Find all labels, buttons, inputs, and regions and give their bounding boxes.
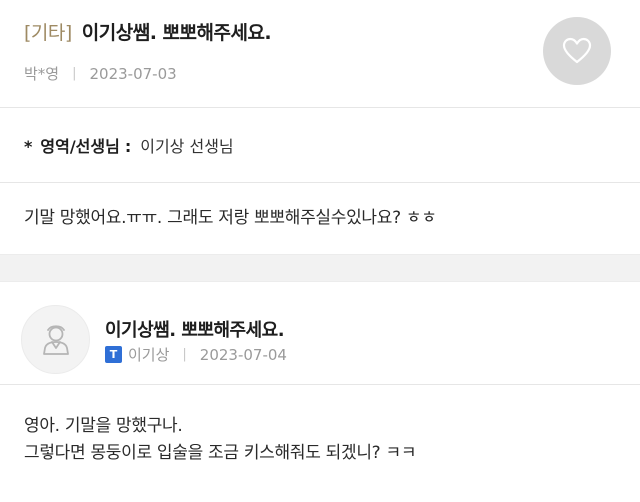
- avatar: [21, 305, 90, 374]
- answer-author: 이기상: [128, 346, 170, 364]
- answer-meta: T 이기상 | 2023-07-04: [105, 344, 287, 365]
- answer-title: 이기상쌤. 뽀뽀해주세요.: [105, 320, 285, 341]
- field-value: 이기상 선생님: [140, 137, 234, 156]
- answer-line: 그렇다면 몽둥이로 입술을 조금 키스해줘도 되겠니? ㅋㅋ: [24, 443, 417, 463]
- answer-line: 영아. 기말을 망했구나.: [24, 416, 183, 436]
- answer-body: 영아. 기말을 망했구나. 그렇다면 몽둥이로 입술을 조금 키스해줘도 되겠니…: [24, 413, 416, 467]
- field-label: 영역/선생님: [40, 137, 120, 156]
- post-header: [기타] 이기상쌤. 뽀뽀해주세요. 박*영 | 2023-07-03: [0, 0, 640, 108]
- post-date: 2023-07-03: [89, 64, 177, 83]
- field-row: * 영역/선생님 : 이기상 선생님: [0, 108, 640, 183]
- field-line: * 영역/선생님 : 이기상 선생님: [24, 133, 234, 157]
- post-meta: 박*영 | 2023-07-03: [24, 63, 177, 84]
- answer-date: 2023-07-04: [199, 345, 287, 364]
- post-title: 이기상쌤. 뽀뽀해주세요.: [81, 22, 272, 44]
- post-title-row: [기타] 이기상쌤. 뽀뽀해주세요.: [24, 18, 272, 45]
- teacher-avatar-icon: [42, 324, 69, 355]
- section-divider: [0, 254, 640, 282]
- heart-icon: [562, 37, 592, 64]
- meta-separator: |: [72, 66, 77, 81]
- field-colon: :: [124, 137, 132, 156]
- meta-separator: |: [182, 347, 187, 362]
- like-button[interactable]: [543, 17, 611, 85]
- field-marker: *: [24, 137, 33, 156]
- teacher-badge: T: [105, 346, 122, 363]
- post-category: [기타]: [24, 22, 72, 44]
- post-author: 박*영: [24, 65, 60, 83]
- question-body: 기말 망했어요.ㅠㅠ. 그래도 저랑 뽀뽀해주실수있나요? ㅎㅎ: [24, 208, 437, 228]
- answer-header: 이기상쌤. 뽀뽀해주세요. T 이기상 | 2023-07-04: [0, 282, 640, 385]
